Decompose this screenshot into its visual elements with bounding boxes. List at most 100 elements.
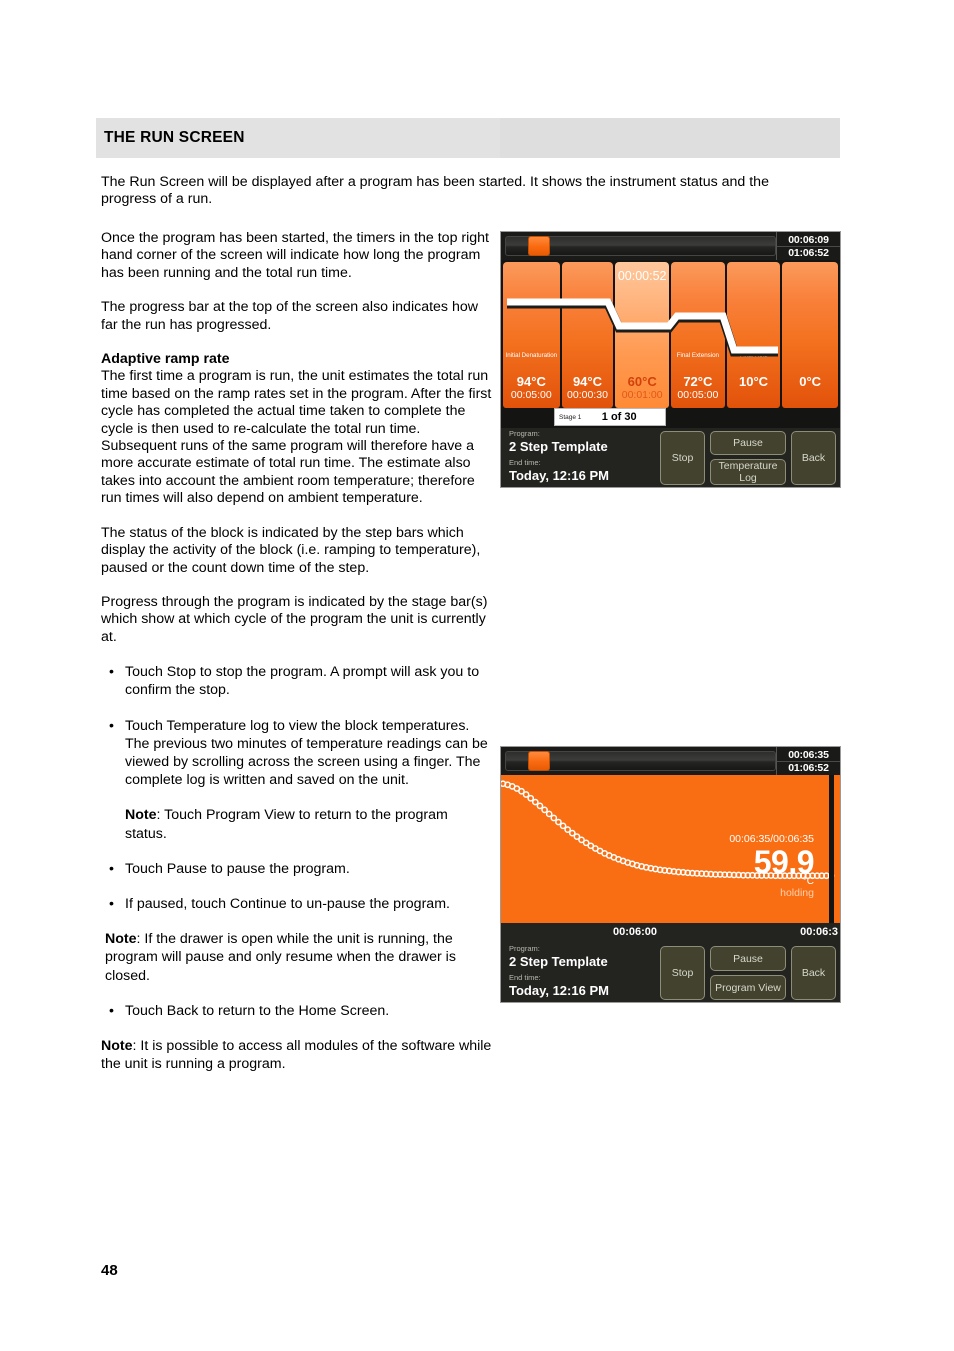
program-name: 2 Step Template xyxy=(509,954,608,969)
note-modules-text: : It is possible to access all modules o… xyxy=(101,1037,492,1073)
stage-bar-label: Stage 1 xyxy=(559,413,582,421)
program-info-block: Program: 2 Step Template End time: Today… xyxy=(505,944,660,1002)
step-duration: 00:05:00 xyxy=(677,389,719,401)
step-temperature: 0°C xyxy=(799,374,822,389)
step-bar[interactable]: Initial Denaturation 94°C 00:05:00 xyxy=(503,262,560,408)
temp-log-control-bar: Program: 2 Step Template End time: Today… xyxy=(501,943,840,1002)
step-duration: 00:01:00 xyxy=(621,389,663,401)
step-duration xyxy=(809,389,812,402)
note-drawer-label: Note xyxy=(105,931,137,948)
graph-cursor-line xyxy=(829,775,834,923)
page-number: 48 xyxy=(101,1262,118,1279)
end-time-caption: End time: xyxy=(509,458,541,467)
bullet-touch-temperature-log: Touch Temperature log to view the block … xyxy=(101,717,493,790)
step-name: Final Hold xyxy=(739,352,768,359)
stage-bar[interactable]: Stage 1 1 of 30 xyxy=(554,408,666,426)
stop-button[interactable]: Stop xyxy=(660,946,705,1000)
step-bar[interactable]: 0°C xyxy=(782,262,838,408)
readout-block-state: holding xyxy=(780,887,814,899)
step-duration: 00:00:30 xyxy=(567,389,608,401)
note-drawer-open: Note: If the drawer is open while the un… xyxy=(101,930,493,985)
bullet-touch-continue: If paused, touch Continue to un-pause th… xyxy=(101,895,493,913)
program-caption: Program: xyxy=(509,944,540,953)
paragraph-progress-bar: The progress bar at the top of the scree… xyxy=(101,299,478,333)
bullet-touch-stop: Touch Stop to stop the program. A prompt… xyxy=(101,663,493,699)
paragraph-timers: Once the program has been started, the t… xyxy=(101,230,490,281)
program-view-control-bar: Program: 2 Step Template End time: Today… xyxy=(501,428,840,487)
step-countdown: 00:00:52 xyxy=(617,269,667,283)
note-program-view-text: : Touch Program View to return to the pr… xyxy=(125,807,448,842)
back-button[interactable]: Back xyxy=(791,946,836,1000)
paragraph-adaptive-ramp-rate: The first time a program is run, the uni… xyxy=(101,368,492,507)
program-caption: Program: xyxy=(509,429,540,438)
pause-button[interactable]: Pause xyxy=(710,946,786,971)
program-view-button-stack: Pause Temperature Log xyxy=(710,431,786,485)
step-name: Initial Denaturation xyxy=(505,352,558,359)
program-name: 2 Step Template xyxy=(509,439,608,454)
back-button[interactable]: Back xyxy=(791,431,836,485)
temperature-log-graph[interactable]: 00:06:35/00:06:35 59.9 °C holding xyxy=(501,775,840,923)
run-progress-indicator xyxy=(527,236,551,256)
screenshot-run-screen-program-view: 00:06:09 01:06:52 Initial Denaturation 94… xyxy=(500,231,841,488)
note-all-modules: Note: It is possible to access all modul… xyxy=(101,1037,493,1073)
temperature-log-axis: 00:06:00 00:06:3 xyxy=(501,923,840,943)
temp-log-top-strip: 00:06:35 01:06:52 xyxy=(501,747,840,775)
readout-temperature-value: 59.9 xyxy=(753,844,815,880)
step-name: Final Extension xyxy=(676,352,719,359)
note-program-view: Note: Touch Program View to return to th… xyxy=(101,806,493,842)
step-temperature: 72°C xyxy=(683,374,713,389)
step-bar[interactable]: 00:00:52 60°C 00:01:00 xyxy=(615,262,670,408)
body-text-column: Once the program has been started, the t… xyxy=(101,230,493,1090)
paragraph-stage-progress: Progress through the program is indicate… xyxy=(101,593,488,645)
run-timers: 00:06:35 01:06:52 xyxy=(776,747,840,775)
section-header-left: THE RUN SCREEN xyxy=(96,118,500,158)
timer-total: 01:06:52 xyxy=(788,761,829,774)
step-bar[interactable]: Final Hold 10°C xyxy=(726,262,781,408)
program-view-top-strip: 00:06:09 01:06:52 xyxy=(501,232,840,260)
step-bars-container: Initial Denaturation 94°C 00:05:00 94°C 00:… xyxy=(501,260,840,408)
temperature-log-button[interactable]: Temperature Log xyxy=(710,459,786,485)
step-temperature: 10°C xyxy=(739,374,769,389)
paragraph-block-status: The status of the block is indicated by … xyxy=(101,524,481,576)
pause-button[interactable]: Pause xyxy=(710,431,786,455)
timer-elapsed: 00:06:09 xyxy=(777,234,840,247)
end-time-caption: End time: xyxy=(509,973,541,982)
paragraph-intro: The Run Screen will be displayed after a… xyxy=(101,174,769,208)
step-duration: 00:05:00 xyxy=(510,389,552,401)
stop-button[interactable]: Stop xyxy=(660,431,705,485)
temp-log-buttons: Stop Pause Program View Back xyxy=(660,946,836,1000)
step-temperature: 94°C xyxy=(516,374,546,389)
step-temperature: 60°C xyxy=(627,374,657,389)
step-bar[interactable]: 94°C 00:00:30 xyxy=(561,262,614,408)
step-duration xyxy=(752,389,755,402)
axis-tick-left: 00:06:00 xyxy=(613,926,658,938)
page-title: THE RUN SCREEN xyxy=(104,129,245,146)
subheading-adaptive-ramp-rate: Adaptive ramp rate xyxy=(101,351,230,368)
note-program-view-label: Note xyxy=(125,807,157,824)
run-progress-bar[interactable] xyxy=(505,751,776,771)
screenshot-run-screen-temperature-log: 00:06:35 01:06:52 00:06:35/00:06:35 59.9… xyxy=(500,746,841,1003)
timer-total: 01:06:52 xyxy=(788,246,829,259)
step-bar[interactable]: Final Extension 72°C 00:05:00 xyxy=(671,262,725,408)
run-progress-indicator xyxy=(527,751,551,771)
step-temperature: 94°C xyxy=(572,374,602,389)
axis-tick-right: 00:06:3 xyxy=(800,926,838,938)
end-time-value: Today, 12:16 PM xyxy=(509,468,609,483)
timer-elapsed: 00:06:35 xyxy=(777,749,840,762)
program-view-button[interactable]: Program View xyxy=(710,975,786,1000)
run-timers: 00:06:09 01:06:52 xyxy=(776,232,840,260)
program-info-block: Program: 2 Step Template End time: Today… xyxy=(505,429,660,487)
end-time-value: Today, 12:16 PM xyxy=(509,983,609,998)
section-header-band: THE RUN SCREEN xyxy=(96,118,840,158)
temp-log-button-stack: Pause Program View xyxy=(710,946,786,1000)
program-view-buttons: Stop Pause Temperature Log Back xyxy=(660,431,836,485)
stage-bar-cycle-count: 1 of 30 xyxy=(601,411,637,423)
note-modules-label: Note xyxy=(101,1037,133,1054)
note-drawer-text: : If the drawer is open while the unit i… xyxy=(105,931,456,984)
stage-bar-row: Stage 1 1 of 30 xyxy=(501,408,840,428)
run-progress-bar[interactable] xyxy=(505,236,776,256)
temperature-readout: 00:06:35/00:06:35 59.9 °C holding xyxy=(729,833,814,900)
section-header-right xyxy=(500,118,840,158)
bullet-touch-pause: Touch Pause to pause the program. xyxy=(101,860,493,878)
bullet-touch-back: Touch Back to return to the Home Screen. xyxy=(101,1002,493,1020)
